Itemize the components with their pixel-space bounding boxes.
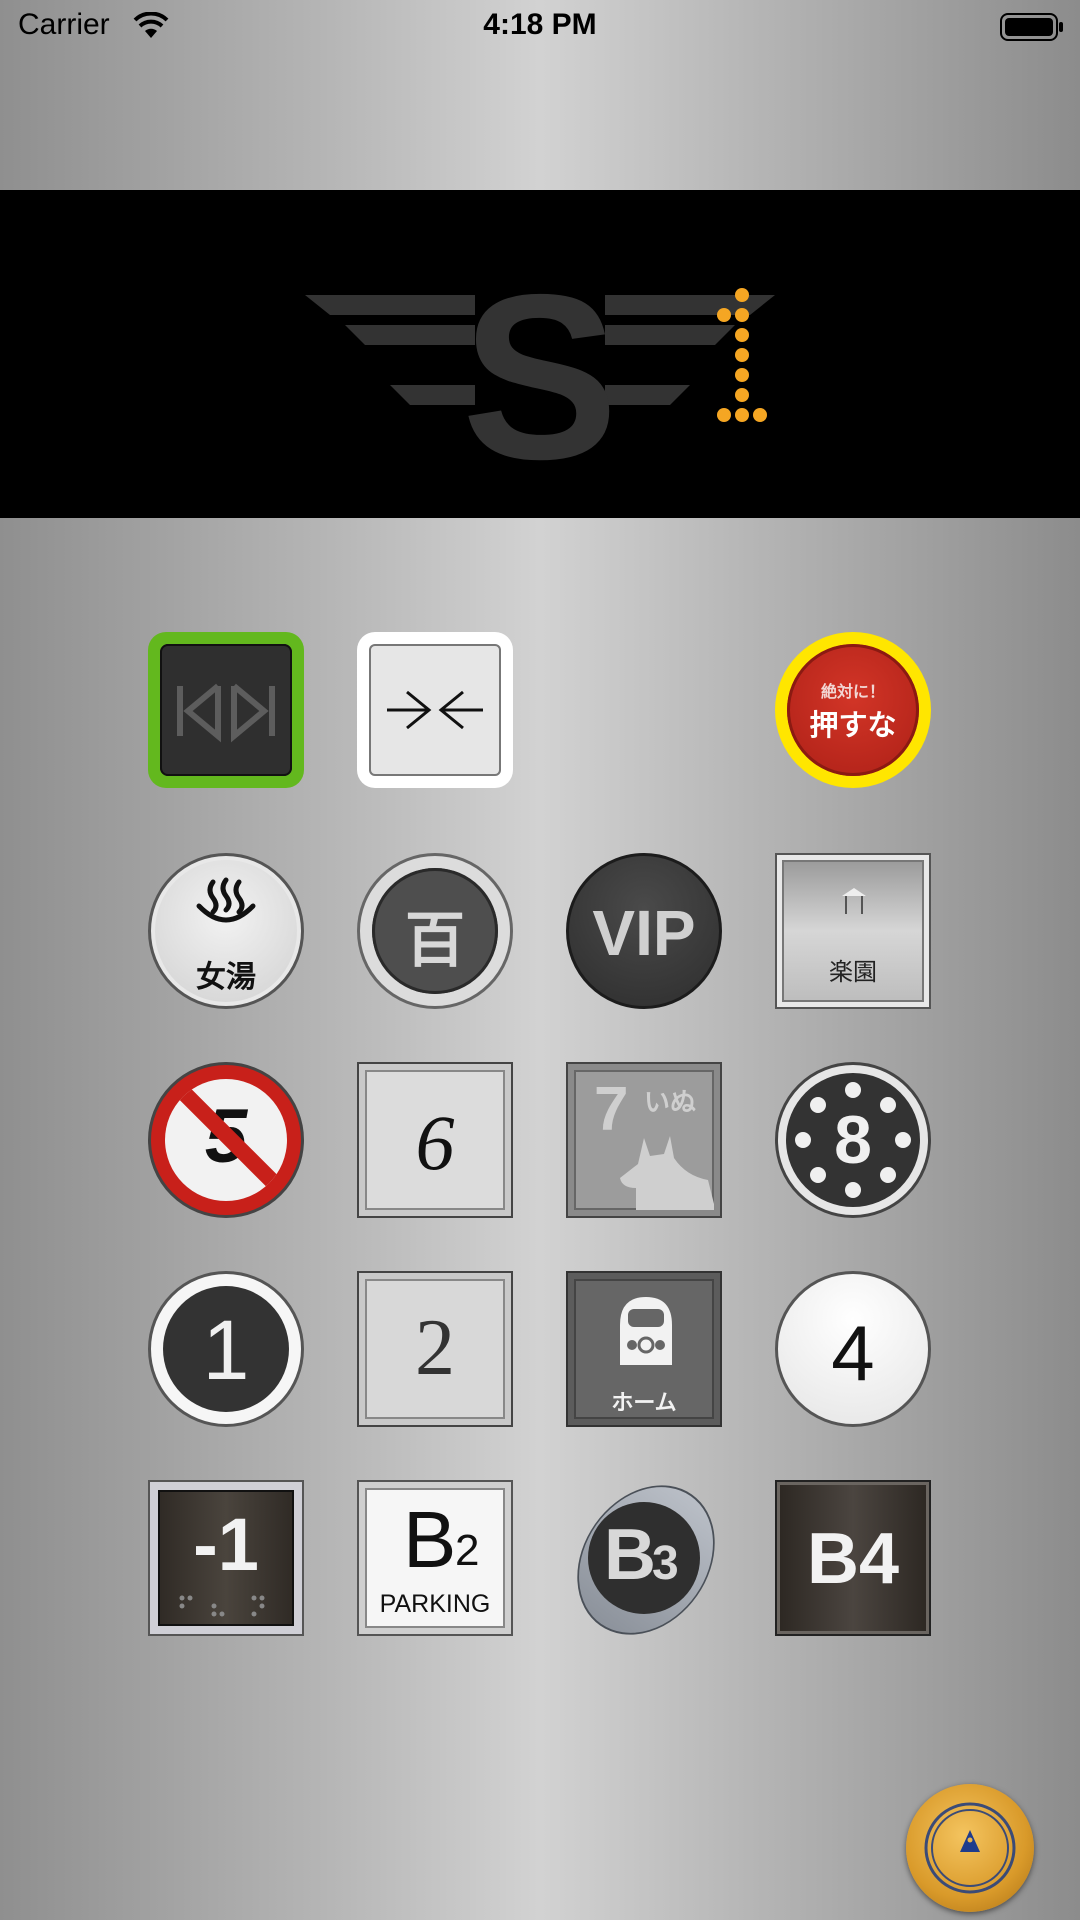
bath-label: 女湯 xyxy=(196,961,256,994)
floor-minus-1-face: -1 xyxy=(158,1490,294,1626)
door-close-button[interactable] xyxy=(357,632,513,788)
dont-press-face: 絶対に！ 押すな xyxy=(787,644,919,776)
floor-display: S 1 xyxy=(0,190,1080,518)
floor-5-button[interactable]: 5 xyxy=(148,1062,304,1218)
floor-7-face: 7 いぬ xyxy=(574,1070,714,1210)
floor-minus-1-label: -1 xyxy=(193,1503,259,1586)
floor-7-button[interactable]: 7 いぬ xyxy=(566,1062,722,1218)
dont-press-button[interactable]: 絶対に！ 押すな xyxy=(775,632,931,788)
floor-1-button[interactable]: 1 xyxy=(148,1271,304,1427)
floor-b2-sub-label: 2 xyxy=(455,1526,480,1575)
floor-b4-label: B4 xyxy=(806,1519,900,1599)
shinkansen-icon xyxy=(620,1297,672,1365)
hyaku-floor-button[interactable]: 百 xyxy=(357,853,513,1009)
floor-indicator-icon xyxy=(717,288,767,422)
door-close-icon xyxy=(387,690,483,730)
door-open-face xyxy=(160,644,292,776)
home-floor-face: ホーム xyxy=(574,1279,714,1419)
vip-floor-button[interactable]: VIP xyxy=(566,853,722,1009)
floor-minus-1-button[interactable]: -1 xyxy=(148,1480,304,1636)
braille-icon xyxy=(179,1595,265,1617)
floor-2-face: 2 xyxy=(365,1279,505,1419)
bath-floor-button[interactable]: 女湯 xyxy=(148,853,304,1009)
floor-b3-button[interactable]: B 3 xyxy=(548,1458,744,1662)
floor-5-face: 5 xyxy=(165,1079,287,1201)
dont-press-main-label: 押すな xyxy=(809,710,897,742)
beach-hut-icon xyxy=(842,888,866,914)
door-close-face xyxy=(369,644,501,776)
door-open-icon xyxy=(177,683,275,743)
floor-6-face: 6 xyxy=(365,1070,505,1210)
dont-press-top-label: 絶対に！ xyxy=(820,684,885,701)
floor-8-button[interactable]: 8 xyxy=(775,1062,931,1218)
clock: 4:18 PM xyxy=(483,8,597,41)
floor-2-label: 2 xyxy=(415,1304,455,1392)
floor-1-face: 1 xyxy=(163,1286,289,1412)
home-floor-button[interactable]: ホーム xyxy=(566,1271,722,1427)
rakuen-floor-button[interactable]: 楽園 xyxy=(775,853,931,1009)
floor-display-graphic: S 1 xyxy=(0,190,775,508)
floor-b3-face: B 3 xyxy=(588,1502,700,1614)
battery-icon xyxy=(1000,13,1063,41)
floor-b3-sub-label: 3 xyxy=(652,1537,679,1590)
floor-number: 1 xyxy=(0,190,1,191)
floor-6-label: 6 xyxy=(415,1099,455,1186)
rakuen-face: 楽園 xyxy=(782,860,924,1002)
floor-8-face: 8 xyxy=(786,1073,920,1207)
status-bar: Carrier 4:18 PM xyxy=(0,0,1080,54)
floor-b3-main-label: B xyxy=(604,1515,656,1595)
floor-4-button[interactable]: 4 xyxy=(775,1271,931,1427)
home-floor-label: ホーム xyxy=(611,1390,677,1415)
floor-1-label: 1 xyxy=(202,1303,250,1397)
up-arrow-icon xyxy=(924,1802,1016,1894)
floor-b2-parking-label: PARKING xyxy=(379,1590,491,1618)
floor-2-button[interactable]: 2 xyxy=(357,1271,513,1427)
vip-label: VIP xyxy=(592,897,696,969)
floor-b2-face: B 2 PARKING xyxy=(365,1488,505,1628)
logo-letter: S xyxy=(462,245,619,508)
floor-b2-main-label: B xyxy=(403,1495,457,1584)
dog-icon xyxy=(620,1136,714,1210)
floor-8-label: 8 xyxy=(834,1102,872,1178)
hyaku-face: 百 xyxy=(372,868,498,994)
menu-button[interactable] xyxy=(906,1784,1034,1912)
floor-b2-button[interactable]: B 2 PARKING xyxy=(357,1480,513,1636)
rakuen-label: 楽園 xyxy=(829,959,877,986)
floor-b4-button[interactable]: B4 xyxy=(775,1480,931,1636)
hyaku-label: 百 xyxy=(405,907,465,974)
floor-4-label: 4 xyxy=(831,1309,875,1397)
door-open-button[interactable] xyxy=(148,632,304,788)
floor-6-button[interactable]: 6 xyxy=(357,1062,513,1218)
hot-spring-icon xyxy=(196,877,256,923)
floor-7-sub-label: いぬ xyxy=(644,1087,697,1117)
